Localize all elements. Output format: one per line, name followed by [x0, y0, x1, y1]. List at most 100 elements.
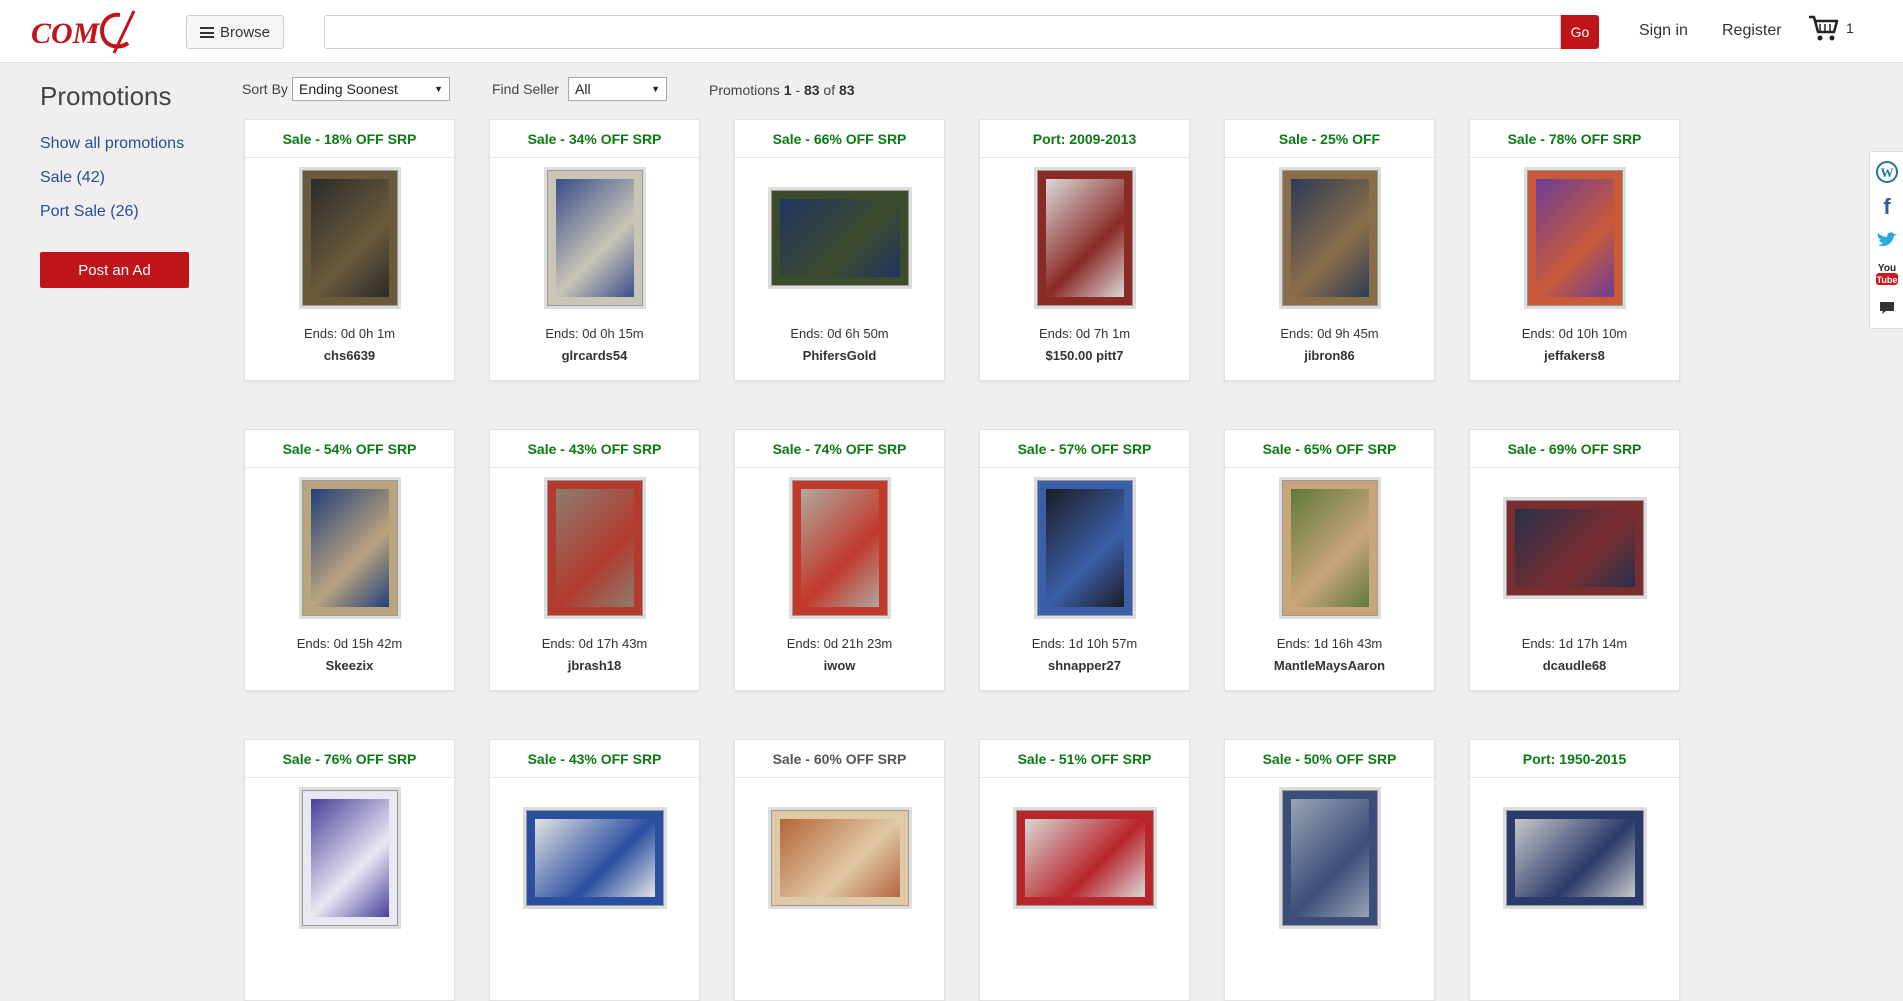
- seller-name[interactable]: chs6639: [245, 348, 454, 363]
- promotion-title[interactable]: Sale - 78% OFF SRP: [1470, 120, 1679, 158]
- cart-count: 1: [1846, 20, 1854, 36]
- trading-card-image[interactable]: [770, 190, 909, 286]
- promotion-title[interactable]: Sale - 57% OFF SRP: [980, 430, 1189, 468]
- card-image-area: [1225, 778, 1434, 938]
- browse-button[interactable]: Browse: [186, 15, 284, 49]
- promotion-card[interactable]: Sale - 74% OFF SRP Ends: 0d 21h 23m iwow: [734, 429, 945, 691]
- sort-by-value: Ending Soonest: [299, 81, 398, 97]
- seller-name[interactable]: PhifersGold: [735, 348, 944, 363]
- ends-time: Ends: 0d 17h 43m: [541, 636, 648, 651]
- promotion-title[interactable]: Port: 2009-2013: [980, 120, 1189, 158]
- trading-card-image[interactable]: [1281, 170, 1378, 306]
- wordpress-icon[interactable]: W: [1870, 155, 1903, 189]
- promotion-title[interactable]: Sale - 43% OFF SRP: [490, 740, 699, 778]
- seller-name[interactable]: MantleMaysAaron: [1225, 658, 1434, 673]
- find-seller-select[interactable]: All ▼: [568, 77, 667, 101]
- trading-card-image[interactable]: [770, 810, 909, 906]
- seller-name[interactable]: iwow: [735, 658, 944, 673]
- promotion-card[interactable]: Sale - 78% OFF SRP Ends: 0d 10h 10m jeffak…: [1469, 119, 1680, 381]
- promotion-title[interactable]: Sale - 69% OFF SRP: [1470, 430, 1679, 468]
- seller-name[interactable]: jeffakers8: [1470, 348, 1679, 363]
- trading-card-image[interactable]: [546, 480, 643, 616]
- promotion-card[interactable]: Sale - 18% OFF SRP Ends: 0d 0h 1m chs6639: [244, 119, 455, 381]
- trading-card-image[interactable]: [546, 170, 643, 306]
- seller-name[interactable]: jibron86: [1225, 348, 1434, 363]
- promotion-card[interactable]: Sale - 43% OFF SRP Ends: 0d 17h 43m jbrash…: [489, 429, 700, 691]
- register-link[interactable]: Register: [1722, 22, 1782, 40]
- trading-card-image[interactable]: [525, 810, 664, 906]
- svg-text:You: You: [1877, 263, 1895, 274]
- seller-name[interactable]: Skeezix: [245, 658, 454, 673]
- dropdown-arrow-icon: ▼: [434, 84, 443, 94]
- promotion-card[interactable]: Sale - 25% OFF Ends: 0d 9h 45m jibron86: [1224, 119, 1435, 381]
- facebook-icon[interactable]: f: [1870, 189, 1903, 223]
- trading-card-image[interactable]: [301, 790, 398, 926]
- promotion-card[interactable]: Sale - 54% OFF SRP Ends: 0d 15h 42m Skeezi…: [244, 429, 455, 691]
- promotion-card[interactable]: Sale - 34% OFF SRP Ends: 0d 0h 15m glrcard…: [489, 119, 700, 381]
- card-image-area: [980, 468, 1189, 628]
- card-image-area: [980, 778, 1189, 938]
- promotion-card[interactable]: Sale - 65% OFF SRP Ends: 1d 16h 43m Mantle…: [1224, 429, 1435, 691]
- ends-time: Ends: 0d 6h 50m: [790, 326, 889, 341]
- promotion-title[interactable]: Sale - 74% OFF SRP: [735, 430, 944, 468]
- sale-filter-link[interactable]: Sale (42): [40, 169, 105, 187]
- promotion-title[interactable]: Sale - 25% OFF: [1225, 120, 1434, 158]
- promotion-title[interactable]: Sale - 50% OFF SRP: [1225, 740, 1434, 778]
- search-input[interactable]: [324, 15, 1561, 49]
- trading-card-image[interactable]: [1036, 480, 1133, 616]
- seller-name[interactable]: jbrash18: [490, 658, 699, 673]
- trading-card-image[interactable]: [1036, 170, 1133, 306]
- promotion-card[interactable]: Port: 1950-2015: [1469, 739, 1680, 1001]
- promotion-card[interactable]: Sale - 66% OFF SRP Ends: 0d 6h 50m Phifers…: [734, 119, 945, 381]
- seller-name[interactable]: shnapper27: [980, 658, 1189, 673]
- promotion-card[interactable]: Sale - 76% OFF SRP: [244, 739, 455, 1001]
- seller-name[interactable]: dcaudle68: [1470, 658, 1679, 673]
- show-all-promotions-link[interactable]: Show all promotions: [40, 135, 184, 153]
- promotion-title[interactable]: Sale - 43% OFF SRP: [490, 430, 699, 468]
- promotion-card[interactable]: Sale - 43% OFF SRP: [489, 739, 700, 1001]
- card-image-area: [1470, 158, 1679, 318]
- trading-card-image[interactable]: [1281, 480, 1378, 616]
- promotion-title[interactable]: Sale - 54% OFF SRP: [245, 430, 454, 468]
- comment-icon[interactable]: [1870, 291, 1903, 325]
- cart-button[interactable]: 1: [1808, 14, 1854, 42]
- menu-icon: [199, 26, 214, 38]
- card-image-area: [735, 468, 944, 628]
- promotion-card[interactable]: Sale - 60% OFF SRP: [734, 739, 945, 1001]
- trading-card-image[interactable]: [301, 170, 398, 306]
- promotion-title[interactable]: Port: 1950-2015: [1470, 740, 1679, 778]
- trading-card-image[interactable]: [1505, 810, 1644, 906]
- promotion-card[interactable]: Sale - 50% OFF SRP: [1224, 739, 1435, 1001]
- promotion-title[interactable]: Sale - 51% OFF SRP: [980, 740, 1189, 778]
- port-sale-filter-link[interactable]: Port Sale (26): [40, 203, 139, 221]
- trading-card-image[interactable]: [1505, 500, 1644, 596]
- promotion-title[interactable]: Sale - 65% OFF SRP: [1225, 430, 1434, 468]
- promotion-card[interactable]: Sale - 69% OFF SRP Ends: 1d 17h 14m dcaudl…: [1469, 429, 1680, 691]
- youtube-icon[interactable]: You Tube: [1870, 257, 1903, 291]
- seller-name[interactable]: glrcards54: [490, 348, 699, 363]
- trading-card-image[interactable]: [301, 480, 398, 616]
- svg-text:COM: COM: [31, 17, 101, 50]
- top-header: COM Browse Go Sign in Register 1: [0, 0, 1903, 63]
- trading-card-image[interactable]: [1015, 810, 1154, 906]
- twitter-icon[interactable]: [1870, 223, 1903, 257]
- promotion-card[interactable]: Sale - 57% OFF SRP Ends: 1d 10h 57m shnapp…: [979, 429, 1190, 691]
- promotion-title[interactable]: Sale - 34% OFF SRP: [490, 120, 699, 158]
- post-ad-button[interactable]: Post an Ad: [40, 252, 189, 288]
- sort-by-select[interactable]: Ending Soonest ▼: [292, 77, 450, 101]
- sign-in-link[interactable]: Sign in: [1639, 22, 1688, 40]
- trading-card-image[interactable]: [1281, 790, 1378, 926]
- promotion-card[interactable]: Sale - 51% OFF SRP: [979, 739, 1190, 1001]
- comc-logo[interactable]: COM: [28, 7, 148, 57]
- promotion-card[interactable]: Port: 2009-2013 Ends: 0d 7h 1m $150.00 pit…: [979, 119, 1190, 381]
- page-title: Promotions: [40, 81, 172, 111]
- promotion-title[interactable]: Sale - 66% OFF SRP: [735, 120, 944, 158]
- trading-card-image[interactable]: [791, 480, 888, 616]
- seller-name[interactable]: $150.00 pitt7: [980, 348, 1189, 363]
- card-image-area: [1225, 158, 1434, 318]
- go-button[interactable]: Go: [1561, 15, 1599, 49]
- promotion-title[interactable]: Sale - 76% OFF SRP: [245, 740, 454, 778]
- promotion-title[interactable]: Sale - 60% OFF SRP: [735, 740, 944, 778]
- promotion-title[interactable]: Sale - 18% OFF SRP: [245, 120, 454, 158]
- trading-card-image[interactable]: [1526, 170, 1623, 306]
